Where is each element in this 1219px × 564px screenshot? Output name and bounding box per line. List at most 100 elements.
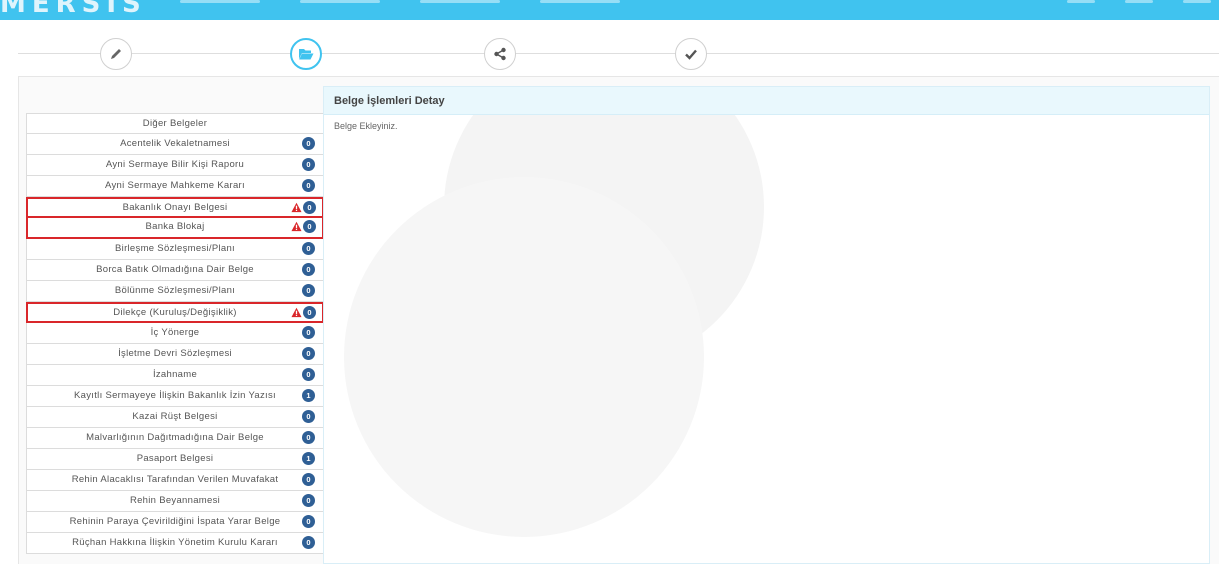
document-label: Rehinin Paraya Çevirildiğini İspata Yara… [69,516,281,527]
document-count-badge: 0 [303,201,316,214]
document-list-item[interactable]: İzahname 0 [26,365,324,386]
document-label: Banka Blokaj [145,221,205,232]
top-right-menu [1067,0,1211,6]
document-status: 0 [302,536,315,549]
document-list-item[interactable]: Birleşme Sözleşmesi/Planı 0 [26,239,324,260]
warning-icon [291,202,302,213]
document-list-header[interactable]: Diğer Belgeler [26,113,324,134]
detail-message: Belge Ekleyiniz. [334,121,398,131]
step-edit[interactable] [100,38,132,70]
step-confirm[interactable] [675,38,707,70]
wizard-line [18,53,1219,54]
warning-icon [291,307,302,318]
document-list-item[interactable]: Banka Blokaj 0 [26,218,324,239]
document-list-item[interactable]: Dilekçe (Kuruluş/Değişiklik) 0 [26,302,324,323]
document-status: 0 [291,306,316,319]
document-count-badge: 0 [302,242,315,255]
document-status: 0 [302,158,315,171]
watermark-circle [344,177,704,537]
document-count-badge: 0 [302,515,315,528]
document-count-badge: 0 [303,306,316,319]
document-status: 0 [302,326,315,339]
document-list-item[interactable]: Rehin Beyannamesi 0 [26,491,324,512]
document-list-item[interactable]: Bölünme Sözleşmesi/Planı 0 [26,281,324,302]
document-label: Rehin Alacaklısı Tarafından Verilen Muva… [71,474,279,485]
step-documents[interactable] [290,38,322,70]
top-right-item[interactable] [1183,0,1211,3]
document-status: 0 [291,220,316,233]
document-label: İzahname [152,369,198,380]
folder-open-icon [299,49,314,60]
document-status: 0 [302,368,315,381]
document-list-item[interactable]: Bakanlık Onayı Belgesi 0 [26,197,324,218]
document-list-item[interactable]: İşletme Devri Sözleşmesi 0 [26,344,324,365]
document-label: Rüçhan Hakkına İlişkin Yönetim Kurulu Ka… [72,537,278,548]
document-list-item[interactable]: Kazai Rüşt Belgesi 0 [26,407,324,428]
document-count-badge: 0 [302,137,315,150]
detail-title: Belge İşlemleri Detay [324,87,1209,115]
document-label: Ayni Sermaye Bilir Kişi Raporu [105,159,245,170]
document-count-badge: 0 [302,494,315,507]
document-label: Kayıtlı Sermayeye İlişkin Bakanlık İzin … [74,390,276,401]
document-label: Bakanlık Onayı Belgesi [122,202,228,213]
document-label: Birleşme Sözleşmesi/Planı [115,243,235,254]
document-label: Malvarlığının Dağıtmadığına Dair Belge [86,432,264,443]
top-nav-item[interactable] [300,0,380,3]
share-icon [494,47,506,61]
check-icon [685,49,697,60]
document-list-item[interactable]: Rüçhan Hakkına İlişkin Yönetim Kurulu Ka… [26,533,324,554]
document-type-list: Diğer Belgeler Acentelik Vekaletnamesi 0 A… [26,113,324,554]
document-count-badge: 0 [303,220,316,233]
document-status: 1 [302,389,315,402]
document-list-item[interactable]: İç Yönerge 0 [26,323,324,344]
top-nav-item[interactable] [540,0,620,3]
document-list-item[interactable]: Acentelik Vekaletnamesi 0 [26,134,324,155]
document-status: 1 [302,452,315,465]
wizard-steps [18,36,1219,72]
document-count-badge: 0 [302,473,315,486]
document-label: Ayni Sermaye Mahkeme Kararı [105,180,245,191]
document-list-item[interactable]: Rehinin Paraya Çevirildiğini İspata Yara… [26,512,324,533]
warning-icon [291,221,302,232]
document-count-badge: 0 [302,410,315,423]
document-status: 0 [302,515,315,528]
top-right-item[interactable] [1125,0,1153,3]
document-list-item[interactable]: Borca Batık Olmadığına Dair Belge 0 [26,260,324,281]
document-status: 0 [302,473,315,486]
document-status: 0 [302,137,315,150]
document-count-badge: 0 [302,431,315,444]
document-count-badge: 0 [302,284,315,297]
document-list-item[interactable]: Kayıtlı Sermayeye İlişkin Bakanlık İzin … [26,386,324,407]
document-label: Pasaport Belgesi [136,453,214,464]
document-status: 0 [302,431,315,444]
document-count-badge: 0 [302,179,315,192]
document-count-badge: 1 [302,389,315,402]
document-label: Rehin Beyannamesi [129,495,221,506]
document-label: Acentelik Vekaletnamesi [120,138,230,149]
document-status: 0 [302,494,315,507]
document-count-badge: 0 [302,347,315,360]
document-count-badge: 0 [302,158,315,171]
app-logo[interactable]: MERSIS [0,0,147,17]
document-count-badge: 1 [302,452,315,465]
top-nav-item[interactable] [180,0,260,3]
document-list-item[interactable]: Ayni Sermaye Mahkeme Kararı 0 [26,176,324,197]
document-list-item[interactable]: Malvarlığının Dağıtmadığına Dair Belge 0 [26,428,324,449]
top-nav-menu [180,0,620,6]
document-label: Kazai Rüşt Belgesi [132,411,218,422]
document-status: 0 [291,201,316,214]
document-count-badge: 0 [302,263,315,276]
document-count-badge: 0 [302,326,315,339]
top-right-item[interactable] [1067,0,1095,3]
step-share[interactable] [484,38,516,70]
pencil-icon [111,49,121,59]
document-status: 0 [302,284,315,297]
document-count-badge: 0 [302,368,315,381]
document-list-item[interactable]: Ayni Sermaye Bilir Kişi Raporu 0 [26,155,324,176]
document-list-item[interactable]: Pasaport Belgesi 1 [26,449,324,470]
top-nav-item[interactable] [420,0,500,3]
document-list-item[interactable]: Rehin Alacaklısı Tarafından Verilen Muva… [26,470,324,491]
document-status: 0 [302,179,315,192]
document-count-badge: 0 [302,536,315,549]
document-status: 0 [302,263,315,276]
